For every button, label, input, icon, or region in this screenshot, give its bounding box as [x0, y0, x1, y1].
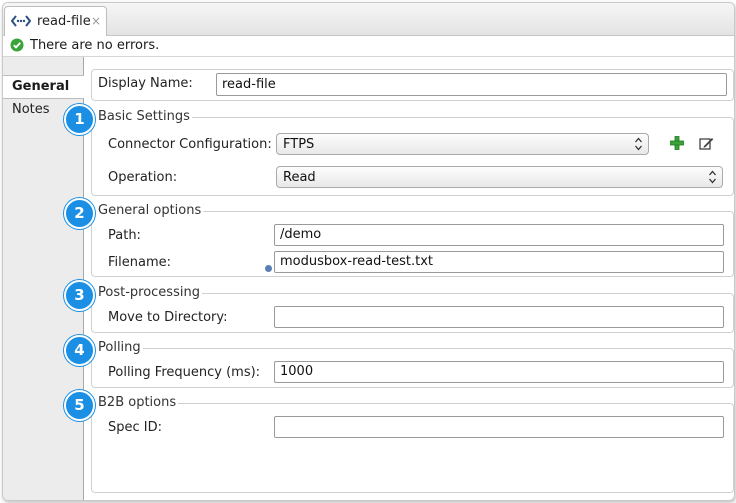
- chevron-updown-icon: [709, 170, 716, 184]
- general-options-title: General options: [96, 203, 204, 218]
- filename-label: Filename:: [108, 255, 172, 270]
- connector-icon: [11, 15, 31, 27]
- display-name-field[interactable]: read-file: [216, 73, 727, 96]
- display-name-label: Display Name:: [98, 76, 193, 91]
- chevron-updown-icon: [635, 137, 642, 151]
- connector-configuration-label: Connector Configuration:: [108, 137, 272, 152]
- step-badge-2: 2: [64, 198, 95, 229]
- spec-id-label: Spec ID:: [108, 420, 163, 435]
- basic-settings-group: Basic Settings 1 Connector Configuration…: [64, 104, 734, 196]
- editor-tab-bar: read-file ×: [3, 3, 734, 36]
- side-tab-general[interactable]: General: [3, 75, 84, 99]
- path-label: Path:: [108, 228, 141, 243]
- connector-configuration-select[interactable]: FTPS: [276, 133, 649, 155]
- connector-configuration-value: FTPS: [283, 137, 315, 152]
- info-icon: [265, 265, 272, 272]
- basic-settings-title: Basic Settings: [96, 109, 192, 124]
- operation-value: Read: [283, 170, 316, 185]
- move-to-directory-field[interactable]: [274, 306, 724, 328]
- step-badge-3: 3: [64, 280, 95, 311]
- close-icon[interactable]: ×: [91, 14, 101, 28]
- post-processing-group: Post-processing 3 Move to Directory:: [64, 280, 734, 333]
- general-panel: Display Name: read-file Basic Settings 1…: [64, 57, 734, 500]
- validation-status-bar: There are no errors.: [3, 36, 734, 57]
- polling-group: Polling 4 Polling Frequency (ms): 1000: [64, 335, 734, 388]
- filename-field[interactable]: modusbox-read-test.txt: [274, 251, 724, 273]
- step-badge-1: 1: [64, 104, 95, 135]
- move-to-directory-label: Move to Directory:: [108, 310, 228, 325]
- display-name-group: Display Name: read-file: [91, 69, 734, 101]
- step-badge-4: 4: [64, 335, 95, 366]
- spec-id-field[interactable]: [274, 416, 724, 438]
- side-tab-notes-label: Notes: [12, 102, 50, 117]
- editor-window: read-file × There are no errors. General…: [2, 2, 735, 501]
- check-ok-icon: [10, 38, 24, 52]
- status-message: There are no errors.: [30, 38, 160, 53]
- polling-frequency-label: Polling Frequency (ms):: [108, 365, 261, 380]
- editor-tab-title: read-file: [37, 14, 91, 29]
- polling-frequency-field[interactable]: 1000: [274, 361, 724, 383]
- edit-configuration-icon[interactable]: [699, 136, 714, 151]
- path-field[interactable]: /demo: [274, 224, 724, 246]
- general-options-group: General options 2 Path: /demo Filename: …: [64, 198, 734, 277]
- step-badge-5: 5: [64, 390, 95, 421]
- b2b-options-group: B2B options 5 Spec ID:: [64, 390, 734, 493]
- post-processing-title: Post-processing: [96, 285, 202, 300]
- side-tab-general-label: General: [12, 79, 70, 94]
- b2b-options-title: B2B options: [96, 395, 179, 410]
- editor-tab-read-file[interactable]: read-file ×: [4, 6, 107, 36]
- polling-title: Polling: [96, 340, 143, 355]
- operation-select[interactable]: Read: [276, 166, 723, 188]
- operation-label: Operation:: [108, 170, 178, 185]
- add-configuration-icon[interactable]: [670, 136, 684, 150]
